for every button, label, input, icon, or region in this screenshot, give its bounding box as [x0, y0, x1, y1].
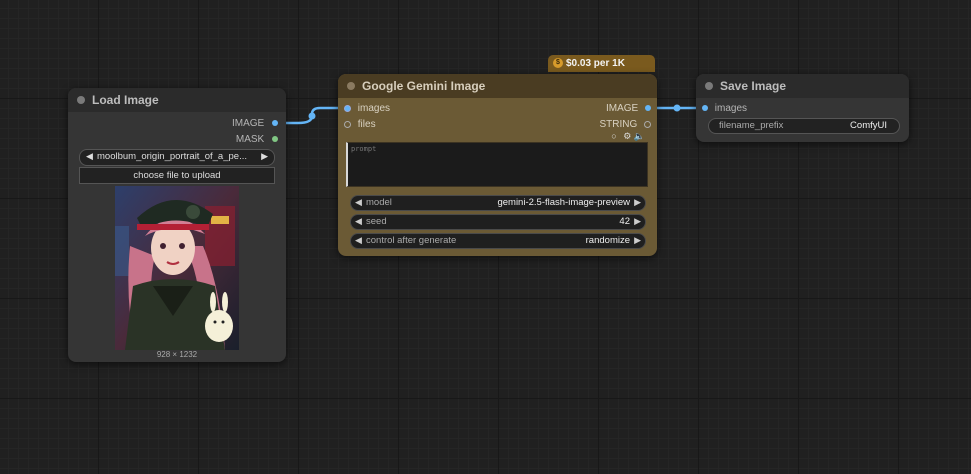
- load-image-node[interactable]: Load Image IMAGE MASK ◀ moolbum_origin_p…: [68, 88, 286, 362]
- toggle-circle-icon[interactable]: ○: [611, 131, 616, 141]
- node-title-text: Load Image: [92, 93, 159, 107]
- price-badge: $ $0.03 per 1K tokens: [548, 55, 655, 86]
- image-size-caption: 928 × 1232: [156, 350, 198, 359]
- gemini-node-title[interactable]: Google Gemini Image: [338, 74, 657, 98]
- widget-value: 42: [619, 216, 630, 227]
- speaker-icon[interactable]: 🔈: [634, 131, 645, 141]
- coin-icon: $: [553, 58, 563, 68]
- string-output-slot[interactable]: [644, 120, 651, 128]
- control-after-generate-widget[interactable]: ◀ control after generate randomize ▶: [350, 233, 646, 249]
- save-image-node[interactable]: Save Image images filename_prefix ComfyU…: [696, 74, 909, 142]
- output-image[interactable]: IMAGE: [606, 103, 651, 114]
- input-files[interactable]: files: [344, 119, 376, 130]
- output-label: IMAGE: [605, 103, 639, 114]
- combo-value: moolbum_origin_portrait_of_a_pe...: [97, 151, 247, 162]
- files-input-slot[interactable]: [344, 120, 351, 128]
- output-string[interactable]: STRING: [599, 119, 651, 130]
- node-collapse-dot[interactable]: [77, 96, 85, 104]
- decrement-arrow[interactable]: ◀: [355, 235, 362, 246]
- image-select-combo[interactable]: ◀ moolbum_origin_portrait_of_a_pe... ▶: [79, 149, 275, 166]
- prompt-toolbar: ○ ⚙ 🔈: [611, 131, 645, 142]
- output-label: MASK: [235, 134, 265, 145]
- images-input-slot[interactable]: [344, 104, 351, 112]
- decrement-arrow[interactable]: ◀: [355, 197, 362, 208]
- output-mask[interactable]: MASK: [236, 134, 278, 145]
- widget-value: randomize: [585, 235, 630, 246]
- increment-arrow[interactable]: ▶: [634, 216, 641, 227]
- images-input-slot[interactable]: [702, 105, 708, 112]
- input-label: images: [714, 103, 748, 114]
- node-title-text: Save Image: [720, 79, 787, 93]
- model-widget[interactable]: ◀ model gemini-2.5-flash-image-preview ▶: [350, 195, 646, 211]
- decrement-arrow[interactable]: ◀: [355, 216, 362, 227]
- gemini-image-node[interactable]: Google Gemini Image images files IMAGE S…: [338, 74, 657, 256]
- filename-prefix-widget[interactable]: filename_prefix ComfyUI: [708, 118, 900, 134]
- image-output-slot[interactable]: [645, 105, 651, 112]
- input-images[interactable]: images: [344, 103, 390, 114]
- output-label: STRING: [599, 119, 638, 130]
- input-images[interactable]: images: [702, 103, 747, 114]
- widget-label: seed: [366, 216, 387, 227]
- seed-widget[interactable]: ◀ seed 42 ▶: [350, 214, 646, 230]
- output-label: IMAGE: [231, 118, 265, 129]
- widget-value: ComfyUI: [850, 120, 887, 131]
- gear-icon[interactable]: ⚙: [623, 131, 631, 141]
- node-title-text: Google Gemini Image: [362, 79, 486, 93]
- combo-next-arrow[interactable]: ▶: [261, 151, 268, 162]
- input-label: images: [357, 103, 391, 114]
- increment-arrow[interactable]: ▶: [634, 197, 641, 208]
- upload-button[interactable]: choose file to upload: [79, 167, 275, 184]
- load-image-title[interactable]: Load Image: [68, 88, 286, 112]
- widget-value: gemini-2.5-flash-image-preview: [497, 197, 630, 208]
- output-image[interactable]: IMAGE: [232, 118, 278, 129]
- prompt-textarea[interactable]: prompt: [346, 142, 648, 187]
- widget-label: control after generate: [366, 235, 457, 246]
- input-label: files: [357, 119, 376, 130]
- node-collapse-dot[interactable]: [705, 82, 713, 90]
- widget-label: filename_prefix: [719, 120, 784, 131]
- image-preview: [115, 186, 239, 350]
- image-output-slot[interactable]: [272, 120, 278, 127]
- save-node-title[interactable]: Save Image: [696, 74, 909, 98]
- node-collapse-dot[interactable]: [347, 82, 355, 90]
- mask-output-slot[interactable]: [272, 136, 278, 143]
- widget-label: model: [366, 197, 392, 208]
- combo-prev-arrow[interactable]: ◀: [86, 151, 93, 162]
- increment-arrow[interactable]: ▶: [634, 235, 641, 246]
